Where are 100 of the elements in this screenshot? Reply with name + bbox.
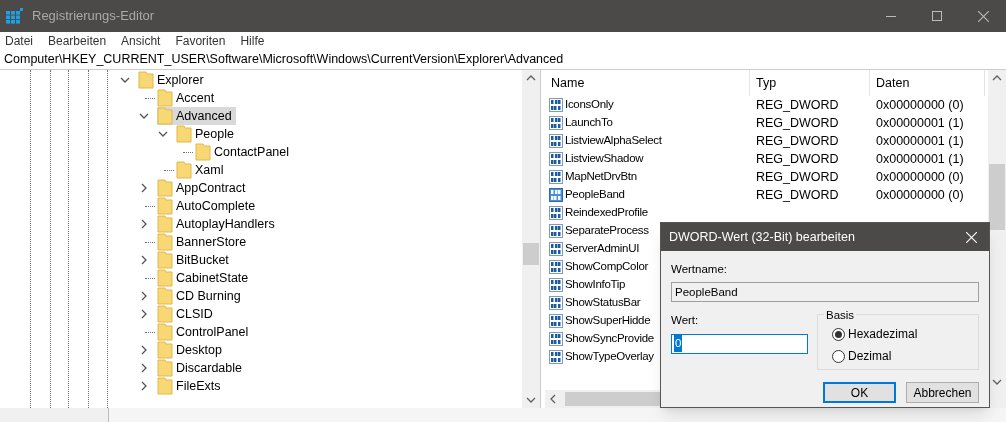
menu-item[interactable]: Hilfe — [240, 32, 265, 50]
folder-icon — [157, 233, 173, 251]
tree-item[interactable]: Accent — [157, 89, 219, 107]
table-cell-text: 0x00000000 (0) — [875, 168, 965, 186]
folder-icon — [157, 269, 173, 287]
folder-icon — [176, 161, 192, 179]
radio-option[interactable]: Dezimal — [832, 347, 978, 366]
table-cell-text: 0x00000000 (0) — [875, 96, 965, 114]
value-name[interactable]: ReindexedProfile — [565, 204, 648, 222]
close-icon[interactable] — [966, 231, 977, 243]
value-name[interactable]: ShowStatusBar — [565, 294, 641, 312]
field-label: Wert: — [671, 313, 700, 329]
chevron-down-icon[interactable] — [120, 75, 130, 85]
scroll-thumb[interactable] — [523, 243, 539, 265]
name-field[interactable]: PeopleBand — [671, 282, 979, 303]
chevron-right-icon[interactable] — [139, 219, 149, 229]
tree-item[interactable]: AutoplayHandlers — [157, 215, 279, 233]
registry-editor-icon — [6, 8, 24, 24]
folder-icon — [157, 323, 173, 341]
table-cell-text: 0x00000001 (1) — [875, 132, 965, 150]
chevron-right-icon[interactable] — [139, 183, 149, 193]
column-header[interactable]: Daten — [870, 70, 985, 96]
folder-icon — [157, 179, 173, 197]
tree-item[interactable]: AutoComplete — [157, 197, 260, 215]
scroll-up-icon[interactable] — [992, 74, 1002, 82]
table-cell-text: REG_DWORD — [755, 168, 840, 186]
value-name[interactable]: LaunchTo — [565, 114, 613, 132]
folder-icon — [157, 251, 173, 269]
tree-item[interactable]: CabinetState — [157, 269, 253, 287]
menu-item[interactable]: Ansicht — [121, 32, 161, 50]
folder-icon — [157, 341, 173, 359]
scroll-left-icon[interactable] — [549, 394, 557, 404]
value-name[interactable]: ShowSyncProvide — [565, 330, 654, 348]
tree-item[interactable]: Desktop — [157, 341, 226, 359]
tree-item[interactable]: Explorer — [138, 71, 208, 89]
tree-item[interactable]: Advanced — [157, 107, 236, 125]
field-label: Wertname: — [671, 262, 729, 277]
folder-icon — [157, 89, 173, 107]
dialog-button[interactable]: OK — [823, 382, 896, 404]
dialog-title: DWORD-Wert (32-Bit) bearbeiten — [669, 228, 855, 246]
chevron-right-icon[interactable] — [139, 255, 149, 265]
window-title: Registrierungs-Editor — [32, 7, 155, 26]
tree-item[interactable]: ControlPanel — [157, 323, 253, 341]
scroll-up-icon[interactable] — [526, 74, 536, 82]
value-name[interactable]: MapNetDrvBtn — [565, 168, 637, 186]
close-icon — [977, 10, 989, 22]
tree-item[interactable]: FileExts — [157, 377, 225, 395]
menu-item[interactable]: Bearbeiten — [48, 32, 107, 50]
tree-item[interactable]: AppContract — [157, 179, 250, 197]
column-header[interactable]: Name — [545, 70, 750, 96]
value-name[interactable]: ServerAdminUI — [565, 240, 640, 258]
table-cell-text: 0x00000001 (1) — [875, 114, 965, 132]
radio-button[interactable] — [832, 349, 845, 363]
value-name[interactable]: ShowTypeOverlay — [565, 348, 654, 366]
value-name[interactable]: IconsOnly — [565, 96, 614, 114]
scrollbar[interactable] — [522, 70, 540, 408]
dialog-button[interactable]: Abbrechen — [906, 382, 979, 404]
tree-item[interactable]: BitBucket — [157, 251, 233, 269]
table-cell-text: REG_DWORD — [755, 186, 840, 204]
menu-item[interactable]: Datei — [5, 32, 33, 50]
radio-option[interactable]: Hexadezimal — [832, 325, 978, 344]
folder-icon — [157, 107, 173, 125]
scroll-down-icon[interactable] — [526, 396, 536, 404]
folder-icon — [195, 143, 211, 161]
value-field[interactable]: 0 — [671, 333, 808, 354]
folder-icon — [157, 197, 173, 215]
scroll-thumb[interactable] — [989, 164, 1005, 230]
folder-icon — [176, 125, 192, 143]
value-name[interactable]: ShowInfoTip — [565, 276, 626, 294]
value-name[interactable]: ListviewAlphaSelect — [565, 132, 662, 150]
value-name[interactable]: SeparateProcess — [565, 222, 649, 240]
scrollbar[interactable] — [988, 70, 1006, 390]
value-name[interactable]: ListviewShadow — [565, 150, 644, 168]
tree-item[interactable]: ContactPanel — [195, 143, 294, 161]
folder-icon — [138, 71, 154, 89]
folder-icon — [157, 359, 173, 377]
value-name[interactable]: PeopleBand — [565, 186, 625, 204]
scroll-down-icon[interactable] — [992, 378, 1002, 386]
tree-item[interactable]: BannerStore — [157, 233, 251, 251]
folder-icon — [157, 215, 173, 233]
table-cell-text: REG_DWORD — [755, 132, 840, 150]
folder-icon — [157, 287, 173, 305]
column-header[interactable]: Typ — [750, 70, 870, 96]
table-cell-text: REG_DWORD — [755, 114, 840, 132]
tree-item[interactable]: CD Burning — [157, 287, 245, 305]
tree-item[interactable]: Xaml — [176, 161, 228, 179]
menu-item[interactable]: Favoriten — [175, 32, 226, 50]
folder-icon — [157, 305, 173, 323]
table-cell-text: REG_DWORD — [755, 96, 840, 114]
radio-button[interactable] — [832, 327, 845, 341]
value-name[interactable]: ShowCompColor — [565, 258, 649, 276]
folder-icon — [157, 377, 173, 395]
value-name[interactable]: ShowSuperHidde — [565, 312, 651, 330]
table-cell-text: 0x00000000 (0) — [875, 186, 965, 204]
tree-item[interactable]: CLSID — [157, 305, 217, 323]
tree-item[interactable]: People — [176, 125, 238, 143]
table-cell-text: 0x00000001 (1) — [875, 150, 965, 168]
table-cell-text: REG_DWORD — [755, 150, 840, 168]
address-bar[interactable]: Computer\HKEY_CURRENT_USER\Software\Microsoft\Windows\CurrentVersion\Explorer\Advanced — [0, 50, 1006, 70]
tree-item[interactable]: Discardable — [157, 359, 246, 377]
